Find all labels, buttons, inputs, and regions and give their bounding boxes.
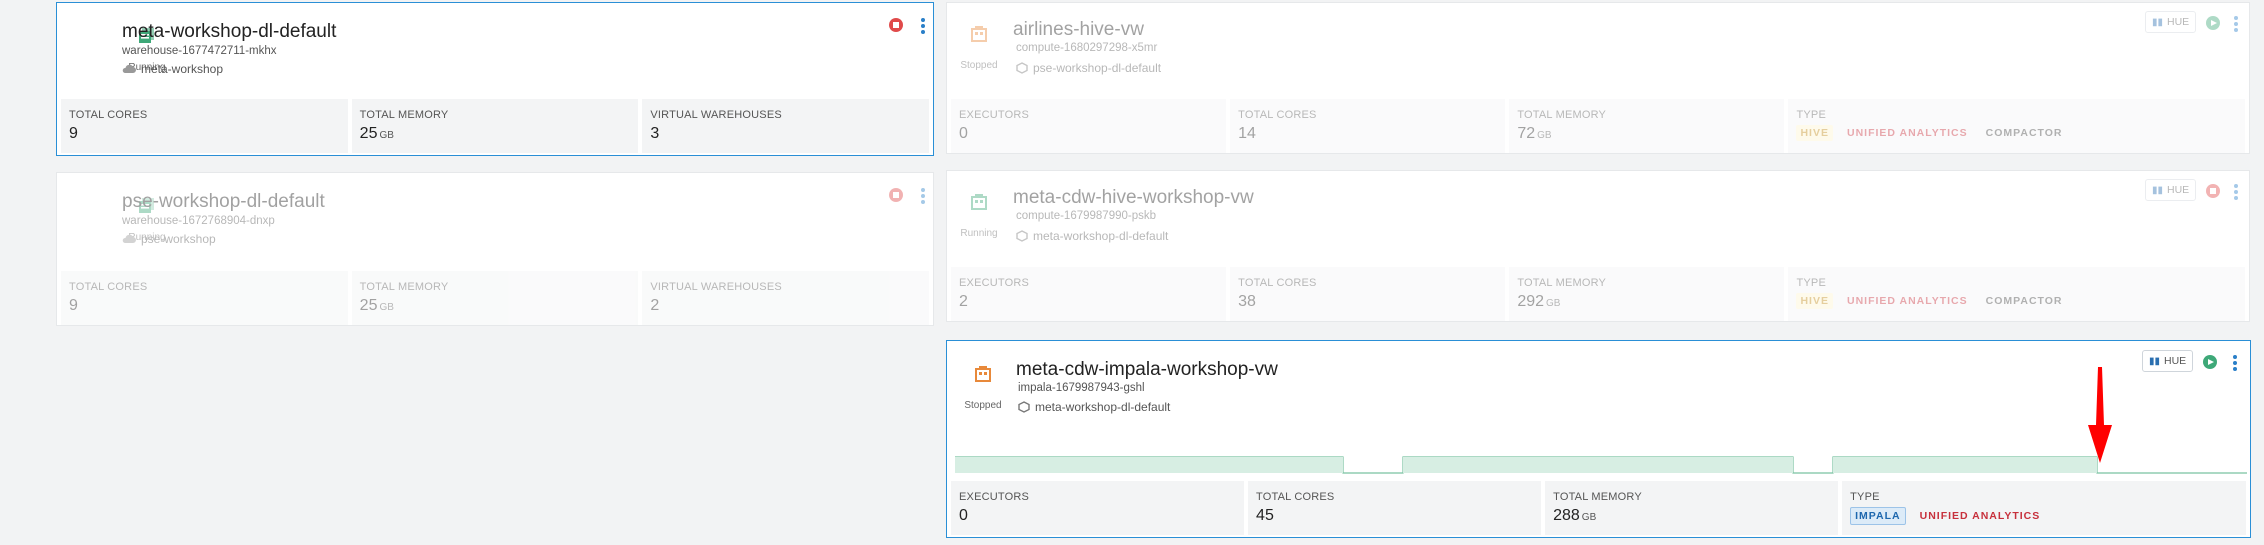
tag-unified-analytics: UNIFIED ANALYTICS <box>1846 295 1968 307</box>
box-icon <box>1016 62 1028 74</box>
warehouse-environment: meta-workshop-dl-default <box>1016 229 1168 243</box>
virtual-warehouse-card[interactable]: Stopped airlines-hive-vw compute-1680297… <box>946 2 2250 154</box>
stop-button[interactable] <box>2206 184 2220 198</box>
metric-virtual-warehouses: VIRTUAL WAREHOUSES 2 <box>642 271 930 325</box>
warehouse-id: compute-1680297298-x5mr <box>1016 42 1158 54</box>
start-button[interactable] <box>2206 16 2220 30</box>
tag-compactor: COMPACTOR <box>1985 295 2063 307</box>
status-label: Running <box>960 228 998 239</box>
environment-name: meta-workshop-dl-default <box>1035 400 1171 414</box>
environment-name[interactable]: pse-workshop-dl-default <box>122 191 325 213</box>
status-label: Stopped <box>964 400 1002 411</box>
tag-compactor: COMPACTOR <box>1985 127 2063 139</box>
metrics-row: EXECUTORS 2 TOTAL CORES 38 TOTAL MEMORY 292… <box>947 267 2249 323</box>
tag-hive: HIVE <box>1796 293 1833 309</box>
status-indicator: Stopped <box>949 23 1009 71</box>
stop-button[interactable] <box>889 188 903 202</box>
metric-executors: EXECUTORS 0 <box>951 99 1227 153</box>
warehouse-id: compute-1679987990-pskb <box>1016 210 1157 222</box>
more-menu-icon[interactable] <box>2232 355 2238 371</box>
metric-total-memory: TOTAL MEMORY 292 GB <box>1509 267 1785 321</box>
warehouse-id: impala-1679987943-gshl <box>1018 382 1145 394</box>
environment-id: warehouse-1677472711-mkhx <box>122 45 277 57</box>
start-button[interactable] <box>2203 355 2217 369</box>
environment-name[interactable]: meta-workshop-dl-default <box>122 21 336 43</box>
warehouse-building-icon <box>975 366 991 382</box>
metric-type: TYPE HIVE UNIFIED ANALYTICS COMPACTOR <box>1788 99 2246 153</box>
metric-type: TYPE HIVE UNIFIED ANALYTICS COMPACTOR <box>1788 267 2246 321</box>
cloud-icon <box>122 234 136 243</box>
metric-type: TYPE IMPALA UNIFIED ANALYTICS <box>1842 481 2246 535</box>
activity-timeline <box>955 456 2247 474</box>
cloud-name: meta-workshop <box>141 62 224 76</box>
stop-button[interactable] <box>889 18 903 32</box>
warehouse-name[interactable]: meta-cdw-hive-workshop-vw <box>1013 187 1254 209</box>
metric-total-cores: TOTAL CORES 9 <box>61 271 348 325</box>
environment-card[interactable]: Running pse-workshop-dl-default warehous… <box>56 172 934 326</box>
metric-total-cores: TOTAL CORES 45 <box>1248 481 1542 535</box>
more-menu-icon[interactable] <box>2233 16 2239 32</box>
metric-total-memory: TOTAL MEMORY 288 GB <box>1545 481 1839 535</box>
metric-total-memory: TOTAL MEMORY 72 GB <box>1509 99 1785 153</box>
more-menu-icon[interactable] <box>2233 184 2239 200</box>
hue-icon: ▮▮ <box>2152 16 2164 28</box>
more-menu-icon[interactable] <box>920 18 926 34</box>
environment-card[interactable]: Running meta-workshop-dl-default warehou… <box>56 2 934 156</box>
metric-executors: EXECUTORS 0 <box>951 481 1245 535</box>
metrics-row: EXECUTORS 0 TOTAL CORES 14 TOTAL MEMORY 72 G… <box>947 99 2249 155</box>
warehouse-building-icon <box>971 26 987 42</box>
status-indicator: Stopped <box>953 363 1013 411</box>
metric-total-memory: TOTAL MEMORY 25 GB <box>351 271 639 325</box>
cloud-name: pse-workshop <box>141 232 216 246</box>
tag-hive: HIVE <box>1796 125 1833 141</box>
warehouse-name[interactable]: meta-cdw-impala-workshop-vw <box>1016 359 1278 381</box>
warehouse-environment: meta-workshop-dl-default <box>1018 400 1170 414</box>
hue-button[interactable]: ▮▮ HUE <box>2145 11 2197 33</box>
metrics-row: TOTAL CORES 9 TOTAL MEMORY 25 GB VIRTUAL WA… <box>57 271 933 327</box>
metric-virtual-warehouses: VIRTUAL WAREHOUSES 3 <box>642 99 930 153</box>
metric-total-cores: TOTAL CORES 38 <box>1230 267 1506 321</box>
metric-total-cores: TOTAL CORES 9 <box>61 99 348 153</box>
hue-button[interactable]: ▮▮ HUE <box>2142 350 2194 372</box>
tag-impala: IMPALA <box>1850 507 1906 525</box>
status-label: Stopped <box>960 60 998 71</box>
environment-name: meta-workshop-dl-default <box>1033 229 1169 243</box>
metric-total-memory: TOTAL MEMORY 25 GB <box>351 99 639 153</box>
cloud-environment: pse-workshop <box>122 232 216 246</box>
virtual-warehouse-card[interactable]: Stopped meta-cdw-impala-workshop-vw impa… <box>946 340 2251 538</box>
metric-executors: EXECUTORS 2 <box>951 267 1227 321</box>
warehouse-environment: pse-workshop-dl-default <box>1016 61 1161 75</box>
cloud-environment: meta-workshop <box>122 62 223 76</box>
hue-button[interactable]: ▮▮ HUE <box>2145 179 2197 201</box>
box-icon <box>1016 230 1028 242</box>
more-menu-icon[interactable] <box>920 188 926 204</box>
tag-unified-analytics: UNIFIED ANALYTICS <box>1846 127 1968 139</box>
hue-icon: ▮▮ <box>2152 184 2164 196</box>
status-indicator: Running <box>949 191 1009 239</box>
type-tags: HIVE UNIFIED ANALYTICS COMPACTOR <box>1796 293 2237 309</box>
metric-total-cores: TOTAL CORES 14 <box>1230 99 1506 153</box>
cloud-icon <box>122 64 136 73</box>
metrics-row: EXECUTORS 0 TOTAL CORES 45 TOTAL MEMORY 288… <box>947 481 2250 537</box>
warehouse-name[interactable]: airlines-hive-vw <box>1013 19 1144 41</box>
hue-icon: ▮▮ <box>2149 355 2161 367</box>
box-icon <box>1018 401 1030 413</box>
virtual-warehouse-card[interactable]: Running meta-cdw-hive-workshop-vw comput… <box>946 170 2250 322</box>
type-tags: IMPALA UNIFIED ANALYTICS <box>1850 507 2238 525</box>
type-tags: HIVE UNIFIED ANALYTICS COMPACTOR <box>1796 125 2237 141</box>
warehouse-building-icon <box>971 194 987 210</box>
environment-name: pse-workshop-dl-default <box>1033 61 1162 75</box>
red-arrow-annotation <box>2088 367 2112 463</box>
environment-id: warehouse-1672768904-dnxp <box>122 215 275 227</box>
tag-unified-analytics: UNIFIED ANALYTICS <box>1919 510 2041 522</box>
metrics-row: TOTAL CORES 9 TOTAL MEMORY 25 GB VIRTUAL WA… <box>57 99 933 155</box>
